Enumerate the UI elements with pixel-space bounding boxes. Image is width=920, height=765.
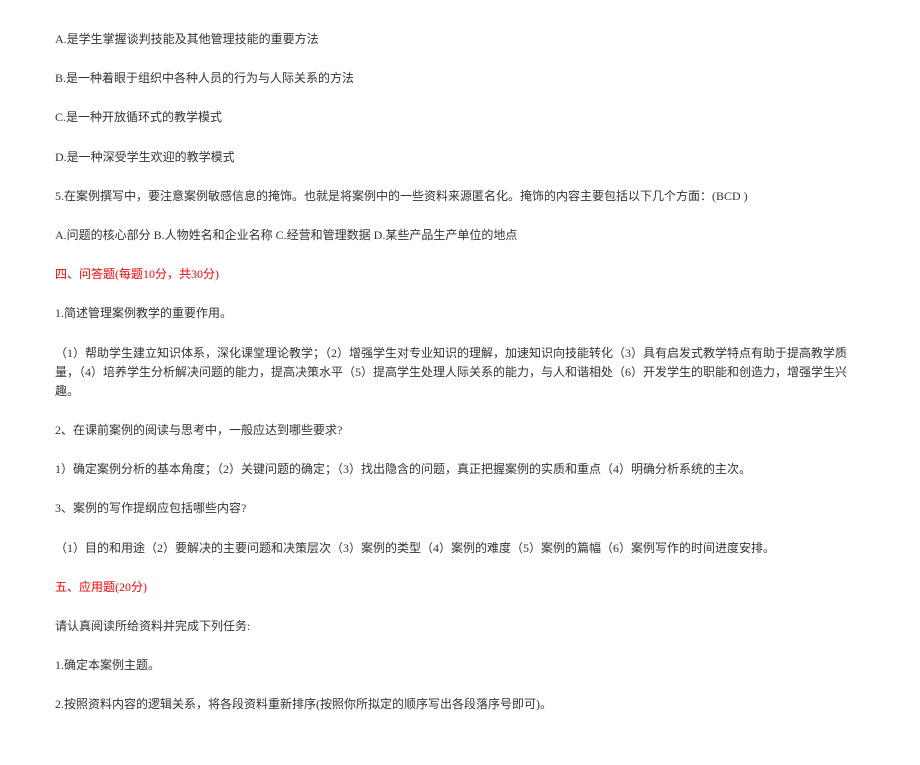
text-line: 3、案例的写作提纲应包括哪些内容?	[55, 499, 865, 518]
text-line: （1）目的和用途（2）要解决的主要问题和决策层次（3）案例的类型（4）案例的难度…	[55, 539, 865, 558]
text-line: 1.简述管理案例教学的重要作用。	[55, 304, 865, 323]
text-line: 2.按照资料内容的逻辑关系，将各段资料重新排序(按照你所拟定的顺序写出各段落序号…	[55, 695, 865, 714]
document-content: A.是学生掌握谈判技能及其他管理技能的重要方法 B.是一种着眼于组织中各种人员的行…	[55, 30, 865, 715]
text-line: （1）帮助学生建立知识体系，深化课堂理论教学；（2）增强学生对专业知识的理解，加…	[55, 344, 865, 402]
text-line: 1）确定案例分析的基本角度；（2）关键问题的确定；（3）找出隐含的问题，真正把握…	[55, 460, 865, 479]
text-line: 请认真阅读所给资料并完成下列任务:	[55, 617, 865, 636]
text-line: 2、在课前案例的阅读与思考中，一般应达到哪些要求?	[55, 421, 865, 440]
text-line: C.是一种开放循环式的教学模式	[55, 108, 865, 127]
section-heading: 五、应用题(20分)	[55, 578, 865, 597]
text-line: A.是学生掌握谈判技能及其他管理技能的重要方法	[55, 30, 865, 49]
text-line: D.是一种深受学生欢迎的教学模式	[55, 148, 865, 167]
text-line: B.是一种着眼于组织中各种人员的行为与人际关系的方法	[55, 69, 865, 88]
text-line: 1.确定本案例主题。	[55, 656, 865, 675]
section-heading: 四、问答题(每题10分，共30分)	[55, 265, 865, 284]
text-line: A.问题的核心部分 B.人物姓名和企业名称 C.经营和管理数据 D.某些产品生产…	[55, 226, 865, 245]
text-line: 5.在案例撰写中，要注意案例敏感信息的掩饰。也就是将案例中的一些资料来源匿名化。…	[55, 187, 865, 206]
